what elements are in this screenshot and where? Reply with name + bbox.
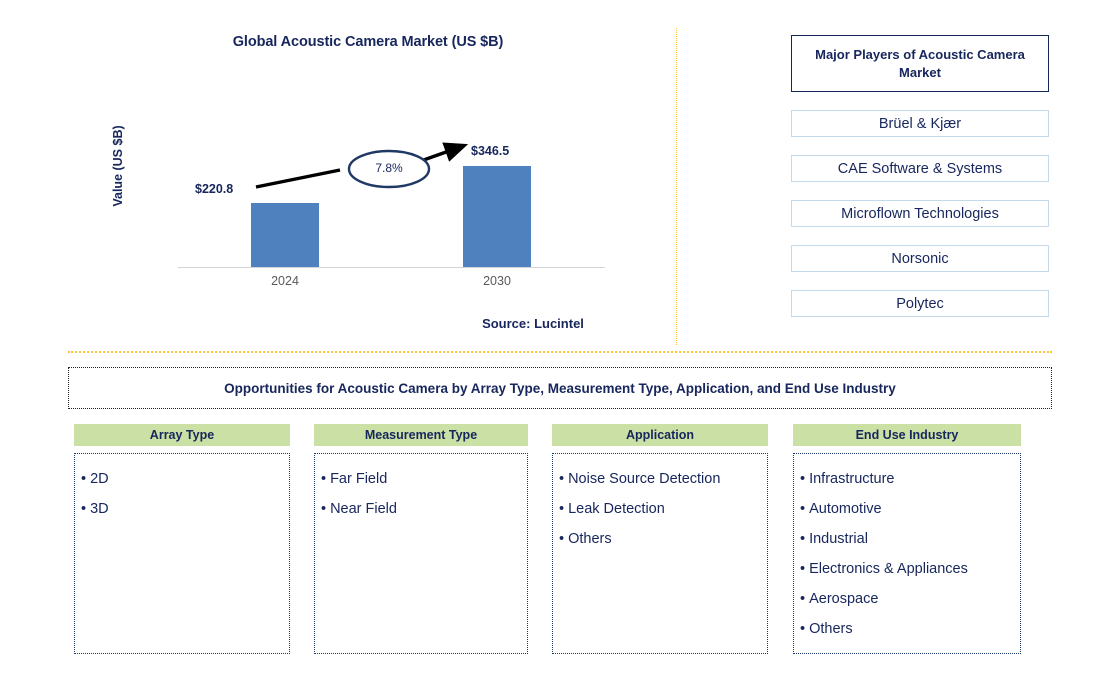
segment-column-array-type: Array Type • 2D • 3D xyxy=(74,424,290,654)
chart-plot-area: Value (US $B) $220.8 $346.5 2024 2030 7.… xyxy=(68,84,668,304)
segment-header: Measurement Type xyxy=(314,424,528,446)
bullet-icon: • xyxy=(81,471,87,487)
segment-column-end-use-industry: End Use Industry • Infrastructure • Automo… xyxy=(793,424,1021,654)
player-row[interactable]: Microflown Technologies xyxy=(791,200,1049,227)
segment-header: End Use Industry xyxy=(793,424,1021,446)
segment-column-application: Application • Noise Source Detection • Lea… xyxy=(552,424,768,654)
segment-item-label: Leak Detection xyxy=(568,501,665,517)
segment-item-label: Far Field xyxy=(330,471,388,487)
market-chart-panel: Global Acoustic Camera Market (US $B) Va… xyxy=(68,26,668,344)
segment-item: • Far Field xyxy=(321,464,523,494)
segment-item-label: Electronics & Appliances xyxy=(809,561,968,577)
bullet-icon: • xyxy=(800,591,806,607)
player-name: Brüel & Kjær xyxy=(878,115,962,132)
segment-item-label: Aerospace xyxy=(809,591,879,607)
horizontal-divider xyxy=(68,351,1052,353)
vertical-divider xyxy=(676,28,677,345)
segment-item: • Infrastructure xyxy=(800,464,1016,494)
player-name: Microflown Technologies xyxy=(841,205,999,222)
bullet-icon: • xyxy=(321,501,327,517)
segment-item: • Aerospace xyxy=(800,584,1016,614)
segment-item-label: Near Field xyxy=(330,501,397,517)
player-name: Norsonic xyxy=(891,250,949,267)
segment-column-measurement-type: Measurement Type • Far Field • Near Field xyxy=(314,424,528,654)
bullet-icon: • xyxy=(559,471,565,487)
segment-item-label: 3D xyxy=(90,501,109,517)
segment-body: • 2D • 3D xyxy=(74,453,290,654)
bullet-icon: • xyxy=(559,531,565,547)
bullet-icon: • xyxy=(800,501,806,517)
segment-item: • Leak Detection xyxy=(559,494,763,524)
bullet-icon: • xyxy=(800,621,806,637)
bullet-icon: • xyxy=(800,531,806,547)
major-players-header: Major Players of Acoustic Camera Market xyxy=(791,35,1049,92)
segment-item-label: Industrial xyxy=(809,531,868,547)
player-name: Polytec xyxy=(896,295,944,312)
segment-item-label: 2D xyxy=(90,471,109,487)
segment-item: • Electronics & Appliances xyxy=(800,554,1016,584)
cagr-label: 7.8% xyxy=(375,161,403,175)
segment-body: • Infrastructure • Automotive • Industrial … xyxy=(793,453,1021,654)
segment-item: • Automotive xyxy=(800,494,1016,524)
segment-header: Array Type xyxy=(74,424,290,446)
segment-item-label: Others xyxy=(568,531,612,547)
segment-item-label: Infrastructure xyxy=(809,471,895,487)
segment-body: • Far Field • Near Field xyxy=(314,453,528,654)
bullet-icon: • xyxy=(800,561,806,577)
player-row[interactable]: Norsonic xyxy=(791,245,1049,272)
segment-item: • Others xyxy=(800,614,1016,644)
bullet-icon: • xyxy=(800,471,806,487)
segment-item: • Others xyxy=(559,524,763,554)
segment-item-label: Noise Source Detection xyxy=(568,471,721,487)
player-row[interactable]: Brüel & Kjær xyxy=(791,110,1049,137)
segment-item: • Noise Source Detection xyxy=(559,464,763,494)
bullet-icon: • xyxy=(321,471,327,487)
cagr-arrow-graphic xyxy=(255,142,469,189)
source-note: Source: Lucintel xyxy=(482,316,584,331)
major-players-panel: Major Players of Acoustic Camera Market … xyxy=(791,35,1049,317)
player-name: CAE Software & Systems xyxy=(837,160,1003,177)
segment-item: • Near Field xyxy=(321,494,523,524)
segment-item: • 2D xyxy=(81,464,285,494)
segment-item: • Industrial xyxy=(800,524,1016,554)
segment-body: • Noise Source Detection • Leak Detection … xyxy=(552,453,768,654)
bullet-icon: • xyxy=(559,501,565,517)
segment-item-label: Others xyxy=(809,621,853,637)
segment-header: Application xyxy=(552,424,768,446)
player-row[interactable]: CAE Software & Systems xyxy=(791,155,1049,182)
segment-columns: Array Type • 2D • 3D Measurement Type • Far… xyxy=(68,424,1052,656)
segment-item: • 3D xyxy=(81,494,285,524)
player-row[interactable]: Polytec xyxy=(791,290,1049,317)
bullet-icon: • xyxy=(81,501,87,517)
segment-item-label: Automotive xyxy=(809,501,882,517)
chart-title: Global Acoustic Camera Market (US $B) xyxy=(232,34,504,50)
opportunities-banner: Opportunities for Acoustic Camera by Arr… xyxy=(68,367,1052,409)
